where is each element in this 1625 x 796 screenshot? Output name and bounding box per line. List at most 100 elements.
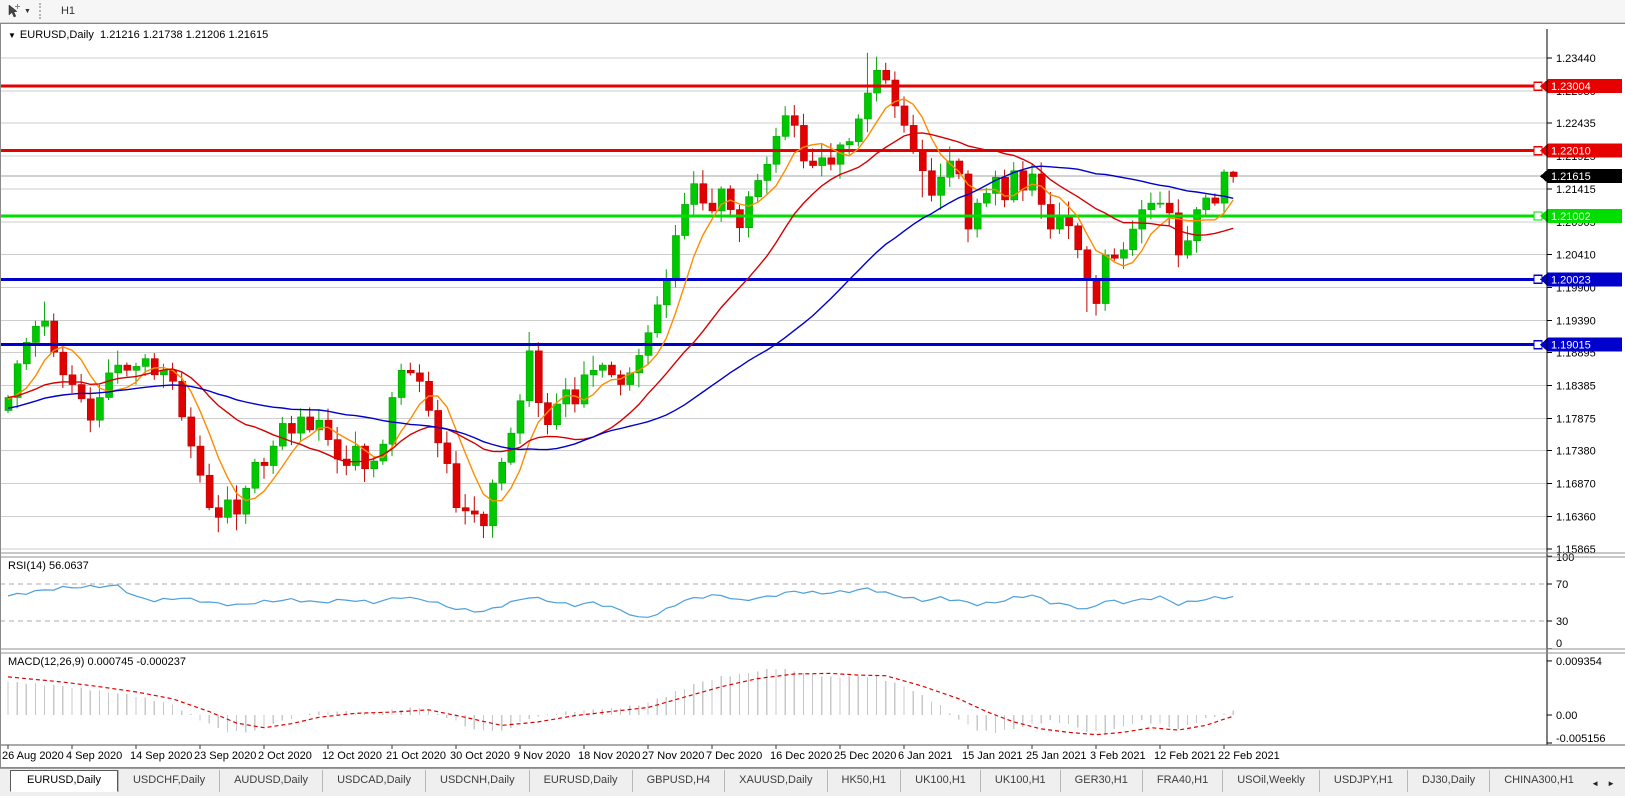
candle-up	[42, 321, 49, 326]
price-tick-label: 1.17380	[1556, 446, 1596, 458]
price-tick-label: 1.21415	[1556, 184, 1596, 196]
candle-down	[206, 475, 213, 507]
date-label: 12 Oct 2020	[322, 750, 382, 762]
candle-up	[133, 366, 140, 370]
chart-tab-china300-h1[interactable]: CHINA300,H1	[1489, 770, 1588, 792]
candle-up	[243, 488, 250, 514]
candle-up	[490, 483, 497, 526]
candle-down	[261, 462, 268, 465]
candle-up	[96, 398, 103, 421]
chart-tab-fra40-h1[interactable]: FRA40,H1	[1142, 770, 1222, 792]
price-badge: 1.21615	[1540, 169, 1622, 183]
chart-tab-usdcnh-daily[interactable]: USDCNH,Daily	[425, 770, 529, 792]
chart-tab-usdcad-daily[interactable]: USDCAD,Daily	[322, 770, 425, 792]
date-label: 25 Jan 2021	[1026, 750, 1087, 762]
price-tick-label: 1.22435	[1556, 118, 1596, 130]
ma-mid-line	[8, 133, 1233, 462]
date-label: 25 Dec 2020	[834, 750, 896, 762]
candle-up	[252, 462, 259, 488]
candle-up	[855, 119, 862, 142]
chart-tab-dj30-daily[interactable]: DJ30,Daily	[1407, 770, 1489, 792]
candle-down	[608, 365, 615, 375]
candle-up	[224, 500, 231, 517]
candle-down	[1166, 203, 1173, 213]
candle-down	[700, 184, 707, 203]
date-label: 23 Sep 2020	[194, 750, 256, 762]
candle-down	[1212, 198, 1219, 203]
candle-up	[1130, 229, 1137, 250]
timeframe-button-h1[interactable]: H1	[52, 1, 91, 21]
date-label: 16 Dec 2020	[770, 750, 832, 762]
macd-signal-line	[8, 673, 1233, 734]
panel-frames	[0, 24, 1625, 768]
price-badge-label: 1.21615	[1551, 171, 1591, 183]
candle-down	[1066, 216, 1073, 226]
candle-up	[590, 370, 597, 375]
chart-tab-eurusd-daily[interactable]: EURUSD,Daily	[529, 770, 632, 792]
candlesticks	[5, 53, 1237, 538]
chart-tab-gbpusd-h4[interactable]: GBPUSD,H4	[632, 770, 725, 792]
date-label: 12 Feb 2021	[1154, 750, 1216, 762]
chart-tab-uk100-h1[interactable]: UK100,H1	[900, 770, 980, 792]
price-badge-label: 1.21002	[1551, 211, 1591, 223]
candle-up	[526, 351, 533, 401]
candle-down	[416, 373, 423, 381]
chart-tab-audusd-daily[interactable]: AUDUSD,Daily	[219, 770, 322, 792]
chart-title-symbol: EURUSD,Daily	[20, 29, 94, 41]
candle-up	[1194, 210, 1201, 241]
candle-down	[535, 351, 542, 403]
toolbar-grip[interactable]	[39, 3, 45, 19]
tabs-scroll-right-button[interactable]: ►	[1603, 776, 1619, 791]
chart-tab-eurusd-daily[interactable]: EURUSD,Daily	[10, 770, 118, 792]
chart-tab-uk100-h1[interactable]: UK100,H1	[980, 770, 1060, 792]
candle-down	[60, 352, 67, 375]
cursor-tool-dropdown-caret[interactable]: ▼	[24, 8, 31, 15]
price-badge: 1.20023	[1540, 272, 1622, 286]
candle-up	[398, 370, 405, 397]
date-label: 3 Feb 2021	[1090, 750, 1146, 762]
tabs-scroll-left-button[interactable]: ◄	[1587, 776, 1603, 791]
candle-up	[517, 401, 524, 433]
chart-tabs: EURUSD,DailyUSDCHF,DailyAUDUSD,DailyUSDC…	[0, 770, 1625, 792]
candle-down	[334, 440, 341, 459]
candle-up	[142, 359, 149, 367]
price-tick-label: 1.23440	[1556, 53, 1596, 65]
chart-tab-usdjpy-h1[interactable]: USDJPY,H1	[1319, 770, 1407, 792]
candle-down	[928, 171, 935, 196]
candle-up	[499, 462, 506, 483]
candle-down	[1084, 250, 1091, 280]
candle-up	[1056, 216, 1063, 229]
crosshair-cursor-icon	[6, 4, 21, 19]
candle-down	[51, 321, 58, 352]
date-label: 6 Jan 2021	[898, 750, 952, 762]
cursor-tool-button[interactable]: ▼	[2, 1, 35, 21]
candle-up	[746, 197, 753, 228]
chart-window[interactable]: 100703000.0093540.00-0.0051561.234401.22…	[0, 23, 1625, 769]
candle-up	[115, 365, 122, 373]
chart-tab-xauusd-daily[interactable]: XAUUSD,Daily	[724, 770, 826, 792]
candle-down	[87, 399, 94, 420]
candle-up	[554, 404, 561, 425]
candle-up	[279, 423, 286, 446]
price-tick-label: 1.16870	[1556, 479, 1596, 491]
date-label: 9 Nov 2020	[514, 750, 570, 762]
chart-title-caret[interactable]: ▼	[8, 31, 16, 40]
candle-up	[672, 236, 679, 279]
price-badge: 1.22010	[1540, 144, 1622, 158]
chart-tab-usoil-weekly[interactable]: USOil,Weekly	[1222, 770, 1319, 792]
candle-down	[810, 161, 817, 166]
candle-down	[234, 500, 241, 514]
candle-down	[1230, 172, 1237, 177]
price-tick-label: 1.19390	[1556, 315, 1596, 327]
chart-tab-bar: EURUSD,DailyUSDCHF,DailyAUDUSD,DailyUSDC…	[0, 768, 1625, 796]
rsi-tick-label: 0	[1556, 638, 1562, 650]
chart-tab-hk50-h1[interactable]: HK50,H1	[827, 770, 901, 792]
chart-tab-ger30-h1[interactable]: GER30,H1	[1060, 770, 1142, 792]
date-label: 7 Dec 2020	[706, 750, 762, 762]
candle-down	[215, 508, 222, 518]
chart-tab-usdchf-daily[interactable]: USDCHF,Daily	[118, 770, 219, 792]
date-label: 14 Sep 2020	[130, 750, 192, 762]
rsi-line	[8, 585, 1233, 617]
price-tick-label: 1.15865	[1556, 544, 1596, 556]
horizontal-level-lines[interactable]	[0, 82, 1547, 348]
